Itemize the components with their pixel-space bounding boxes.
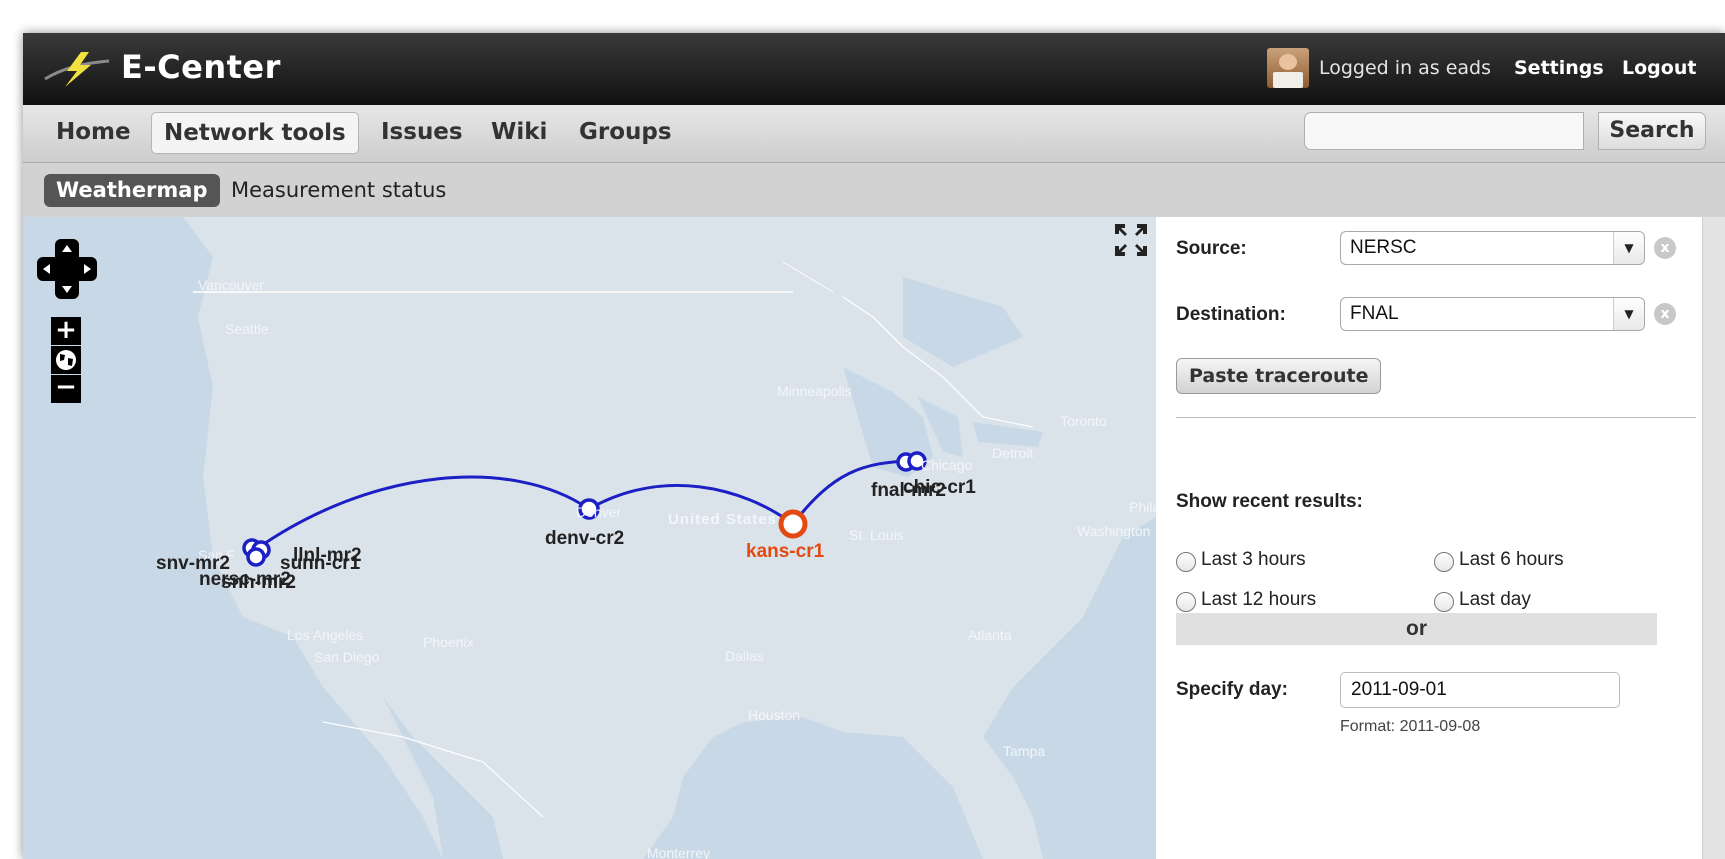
city-label: Atlanta (968, 627, 1012, 643)
city-label: Washington (1077, 523, 1151, 539)
chevron-down-icon: ▼ (1613, 298, 1644, 330)
nav-item-wiki[interactable]: Wiki (479, 112, 559, 152)
weather-map[interactable]: Vancouver Seattle Minneapolis Toronto De… (23, 217, 1156, 859)
sub-nav: Weathermap Measurement status (23, 163, 1725, 217)
city-label: Detroit (992, 445, 1034, 461)
city-label: San Diego (314, 649, 380, 665)
chevron-down-icon: ▼ (1613, 232, 1644, 264)
city-label: Toronto (1060, 413, 1107, 429)
app-title[interactable]: E-Center (121, 48, 281, 86)
clear-source-icon[interactable]: x (1654, 237, 1676, 259)
recent-results-label: Show recent results: (1176, 491, 1363, 512)
source-label: Source: (1176, 238, 1247, 259)
zoom-out-button[interactable]: − (51, 374, 81, 403)
app-window: E-Center Logged in as eads Settings Logo… (23, 33, 1725, 859)
city-label: Vancouver (198, 277, 264, 293)
control-panel: Source: NERSC ▼ x Destination: FNAL ▼ x … (1156, 217, 1702, 859)
city-label: Seattle (225, 321, 269, 337)
node-label: chic-cr1 (903, 477, 976, 498)
radio-last-3-hours[interactable] (1176, 552, 1196, 572)
city-label: St. Louis (849, 527, 904, 543)
destination-value: FNAL (1350, 303, 1399, 324)
tab-measurement-status[interactable]: Measurement status (231, 174, 446, 207)
logout-link[interactable]: Logout (1622, 57, 1696, 79)
node-kans-cr1[interactable] (778, 509, 808, 539)
radio-label: Last 12 hours (1201, 589, 1317, 610)
scrollbar[interactable] (1702, 217, 1725, 859)
city-label: Dallas (725, 648, 764, 664)
globe-icon (56, 350, 76, 370)
city-label: Los Angeles (287, 627, 364, 643)
pan-control-icon[interactable] (37, 239, 97, 299)
node-label: denv-cr2 (545, 528, 625, 549)
nav-item-network-tools[interactable]: Network tools (151, 112, 359, 154)
city-label: Phoenix (423, 634, 474, 650)
node-label: snh-mr2 (221, 572, 296, 593)
clear-destination-icon[interactable]: x (1654, 303, 1676, 325)
divider (1176, 417, 1696, 418)
lightning-logo-icon (44, 52, 110, 87)
main-nav: Home Network tools Issues Wiki Groups Se… (23, 105, 1725, 163)
settings-link[interactable]: Settings (1514, 57, 1604, 79)
logged-in-text: Logged in as eads (1319, 57, 1492, 79)
radio-label: Last 3 hours (1201, 549, 1306, 570)
destination-label: Destination: (1176, 304, 1286, 325)
country-label: United States (668, 511, 777, 528)
node-sunn-cr1[interactable] (246, 547, 266, 567)
source-value: NERSC (1350, 237, 1417, 258)
tab-weathermap[interactable]: Weathermap (44, 174, 220, 207)
city-label: Tampa (1003, 743, 1046, 759)
radio-last-day[interactable] (1434, 592, 1454, 612)
source-select[interactable]: NERSC ▼ (1340, 231, 1645, 265)
radio-label: Last day (1459, 589, 1531, 610)
format-hint: Format: 2011-09-08 (1340, 718, 1481, 735)
fullscreen-icon[interactable] (1113, 222, 1149, 258)
node-label-highlighted: kans-cr1 (746, 541, 825, 562)
radio-last-6-hours[interactable] (1434, 552, 1454, 572)
city-label: Monterrey (647, 845, 711, 859)
destination-select[interactable]: FNAL ▼ (1340, 297, 1645, 331)
specify-day-label: Specify day: (1176, 679, 1288, 700)
or-separator: or (1176, 613, 1657, 645)
nav-item-home[interactable]: Home (44, 112, 143, 152)
zoom-in-button[interactable]: + (51, 317, 81, 345)
nav-item-issues[interactable]: Issues (369, 112, 475, 152)
radio-label: Last 6 hours (1459, 549, 1564, 570)
search-button[interactable]: Search (1598, 112, 1706, 150)
zoom-world-button[interactable] (51, 346, 81, 374)
city-label: Philadelphia (1129, 499, 1156, 515)
search-input[interactable] (1304, 112, 1584, 150)
city-label: Denver (576, 504, 620, 520)
city-label: Houston (748, 707, 801, 723)
paste-traceroute-button[interactable]: Paste traceroute (1176, 358, 1382, 394)
radio-last-12-hours[interactable] (1176, 592, 1196, 612)
day-input[interactable] (1340, 672, 1620, 708)
city-label: Minneapolis (777, 383, 852, 399)
top-header: E-Center Logged in as eads Settings Logo… (23, 33, 1725, 105)
avatar (1267, 48, 1309, 88)
city-label: Chicago (921, 457, 973, 473)
nav-item-groups[interactable]: Groups (567, 112, 684, 152)
